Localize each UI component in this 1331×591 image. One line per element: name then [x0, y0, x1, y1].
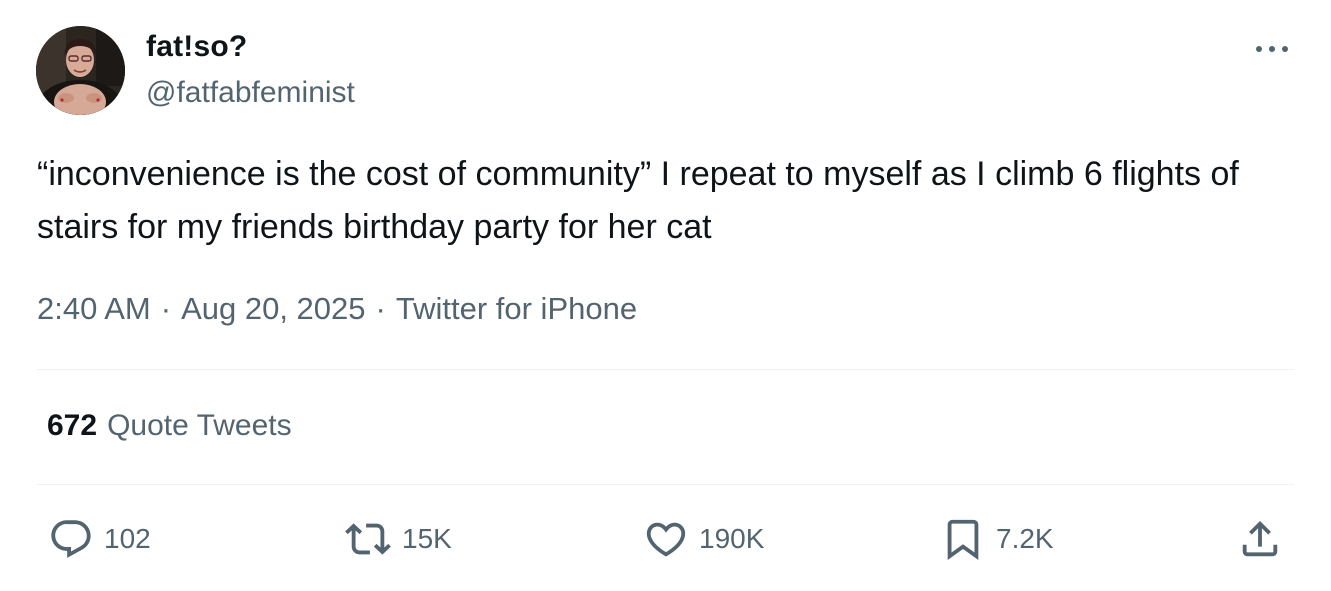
reply-button[interactable]: 102 [48, 514, 151, 564]
tweet-time[interactable]: 2:40 AM [37, 291, 151, 326]
bookmark-button[interactable]: 7.2K [940, 514, 1054, 564]
tweet-text: “inconvenience is the cost of community”… [37, 155, 1239, 246]
retweet-button[interactable]: 15K [344, 514, 452, 564]
like-button[interactable]: 190K [643, 514, 764, 564]
author-handle[interactable]: @fatfabfeminist [146, 76, 355, 110]
bookmark-count: 7.2K [996, 523, 1054, 554]
like-count: 190K [699, 523, 765, 554]
heart-icon [646, 522, 686, 557]
avatar[interactable] [36, 26, 125, 115]
tweet-source[interactable]: Twitter for iPhone [396, 291, 637, 326]
tweet-meta: 2:40 AM · Aug 20, 2025 · Twitter for iPhone [37, 291, 637, 327]
more-options-button[interactable] [1250, 30, 1294, 66]
share-icon [1242, 520, 1278, 557]
retweet-icon [345, 523, 391, 555]
share-button[interactable] [1237, 514, 1283, 564]
quote-count: 672 [47, 409, 98, 442]
author-name[interactable]: fat!so? [146, 30, 247, 64]
reply-icon [51, 520, 91, 558]
reply-count: 102 [104, 523, 151, 554]
divider [37, 369, 1294, 370]
quote-tweets-link[interactable]: 672 Quote Tweets [47, 409, 292, 443]
avatar-image [36, 26, 125, 115]
meta-separator: · [375, 291, 386, 326]
more-horizontal-icon [1256, 46, 1262, 52]
retweet-count: 15K [402, 523, 452, 554]
bookmark-icon [947, 519, 979, 560]
quote-label: Quote Tweets [107, 409, 292, 442]
divider [37, 484, 1294, 485]
tweet-date[interactable]: Aug 20, 2025 [181, 291, 365, 326]
meta-separator: · [160, 291, 172, 326]
